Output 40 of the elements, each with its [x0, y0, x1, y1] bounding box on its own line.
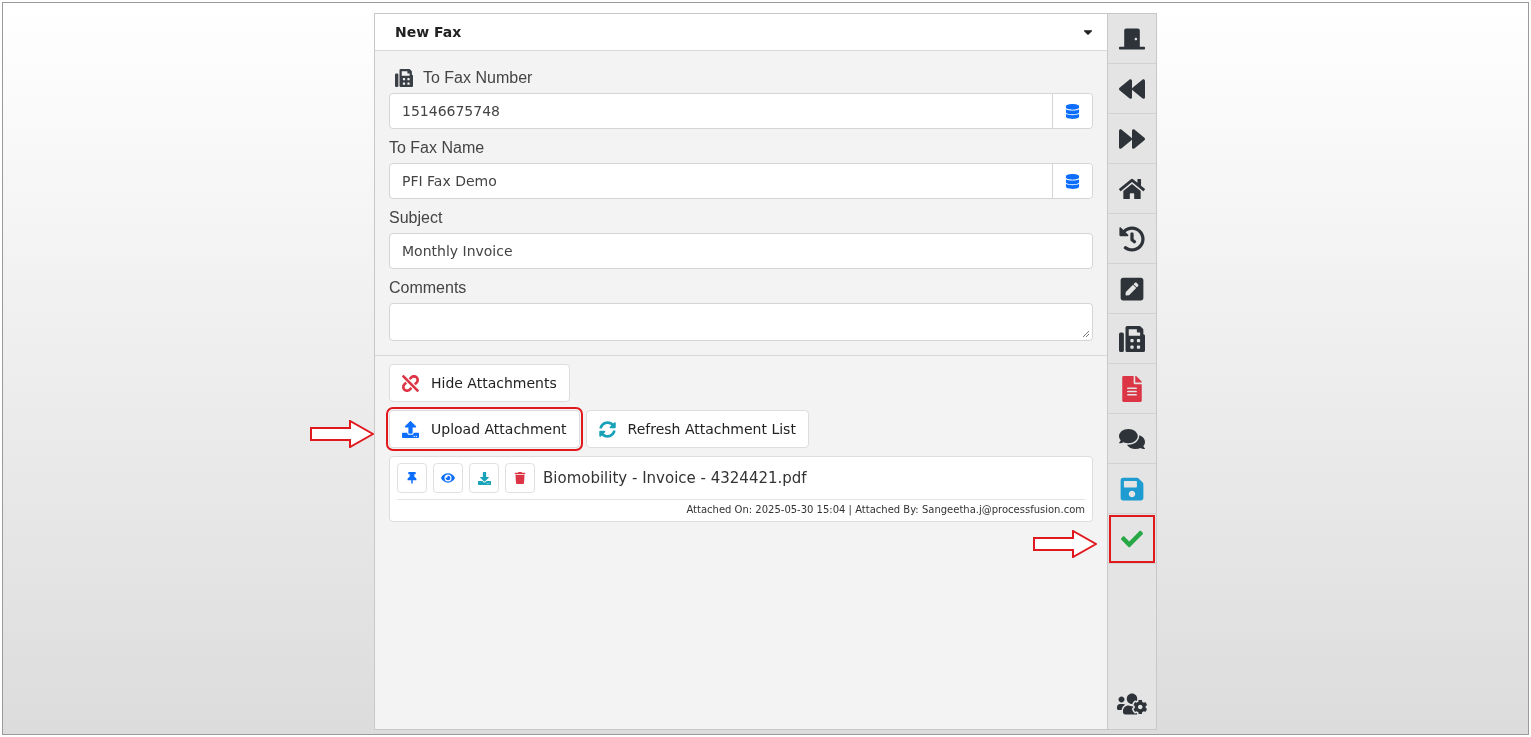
pin-button[interactable] — [397, 463, 427, 493]
edit-icon — [1119, 275, 1145, 302]
field-label: Comments — [389, 279, 467, 297]
database-icon — [1065, 173, 1080, 189]
arrow-annotation-icon — [1033, 530, 1097, 558]
save-icon — [1119, 475, 1145, 502]
checkmark-button[interactable] — [1108, 514, 1156, 564]
upload-attachment-button[interactable]: Upload Attachment — [389, 410, 580, 448]
attachment-file-name[interactable]: Biomobility - Invoice - 4324421.pdf — [543, 469, 807, 487]
eye-icon — [441, 471, 455, 485]
download-icon — [477, 471, 491, 485]
field-label: To Fax Number — [423, 69, 533, 87]
field-value: PFI Fax Demo — [401, 172, 498, 191]
document-icon — [1119, 375, 1145, 402]
field-label: Subject — [389, 209, 443, 227]
refresh-attachment-list-button[interactable]: Refresh Attachment List — [585, 410, 809, 448]
attachment-meta: Attached On: 2025-05-30 15:04 | Attached By: Sangeetha.j@processfusion.com — [685, 503, 1085, 515]
pin-icon — [406, 472, 418, 484]
field-value: 15146675748 — [401, 102, 501, 121]
upload-icon — [402, 420, 419, 438]
fax-icon — [1119, 325, 1145, 352]
form-title: New Fax — [395, 24, 462, 40]
database-icon — [1065, 103, 1080, 119]
resize-grip-icon[interactable] — [1082, 330, 1090, 338]
input-field[interactable]: 15146675748 — [389, 93, 1093, 129]
history-icon — [1119, 225, 1145, 252]
database-lookup-button[interactable] — [1052, 164, 1092, 198]
delete-button[interactable] — [505, 463, 535, 493]
database-lookup-button[interactable] — [1052, 94, 1092, 128]
hide-attachments-button[interactable]: Hide Attachments — [389, 364, 570, 402]
field-label: To Fax Name — [389, 139, 485, 157]
trash-icon — [514, 472, 526, 484]
comments-field[interactable] — [389, 303, 1093, 341]
refresh-icon — [598, 420, 616, 438]
download-button[interactable] — [469, 463, 499, 493]
fax-icon — [395, 69, 413, 87]
unlink-icon — [402, 374, 419, 392]
input-field[interactable]: Monthly Invoice — [389, 233, 1093, 269]
view-button[interactable] — [433, 463, 463, 493]
input-field[interactable]: PFI Fax Demo — [389, 163, 1093, 199]
